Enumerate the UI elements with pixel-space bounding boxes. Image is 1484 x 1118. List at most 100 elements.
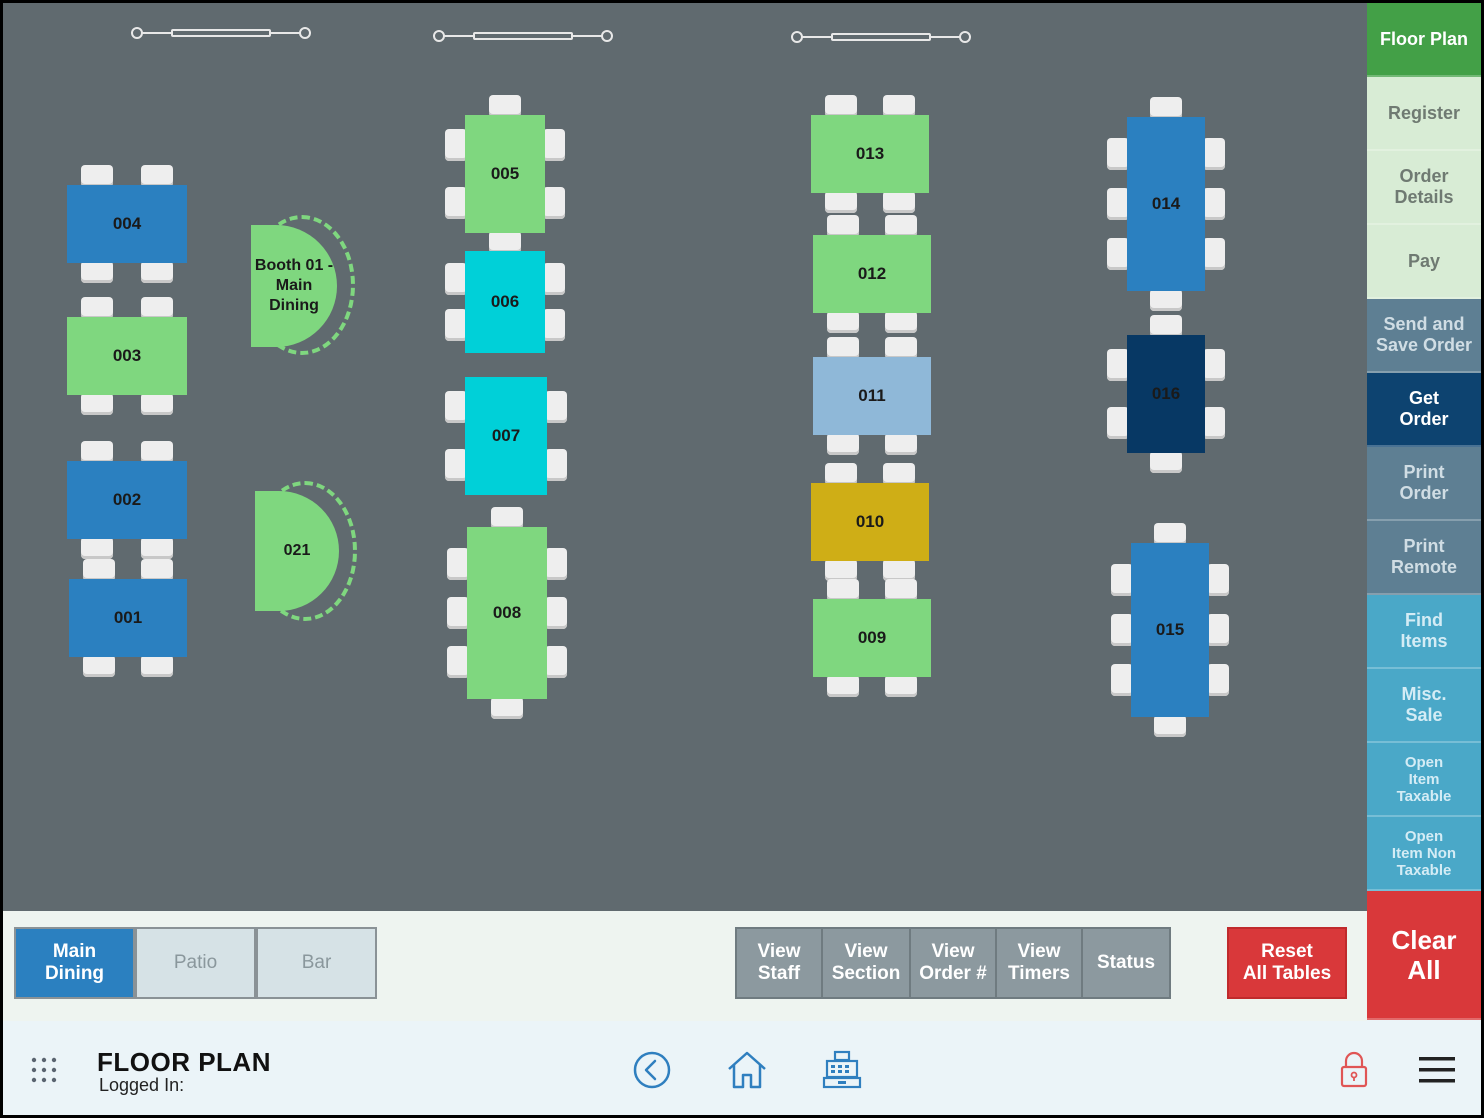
status-button[interactable]: Status (1081, 927, 1171, 999)
menu-icon[interactable] (1419, 1055, 1455, 1085)
view-order-number-button[interactable]: View Order # (909, 927, 997, 999)
table-label: 006 (490, 292, 520, 311)
sidebar-item-register[interactable]: Register (1367, 77, 1481, 151)
chair (825, 191, 858, 213)
chair (1111, 563, 1133, 596)
view-button-label: View Section (831, 941, 901, 984)
action-sidebar: Floor Plan Register Order Details Pay Send a… (1367, 3, 1481, 1020)
view-timers-button[interactable]: View Timers (995, 927, 1083, 999)
sidebar-item-label: Find Items (1400, 610, 1448, 651)
chair (491, 507, 523, 529)
sidebar-item-label: Register (1387, 102, 1461, 123)
chair (1203, 188, 1225, 220)
lock-icon[interactable] (1339, 1051, 1369, 1089)
chair (882, 191, 915, 213)
reset-button-label: Reset All Tables (1242, 941, 1332, 984)
chair (827, 675, 860, 697)
sidebar-item-order-details[interactable]: Order Details (1367, 151, 1481, 225)
table-004[interactable]: 004 (67, 185, 187, 263)
apps-grid-icon[interactable] (31, 1057, 57, 1083)
home-icon[interactable] (725, 1049, 769, 1091)
reset-all-tables-button[interactable]: Reset All Tables (1227, 927, 1347, 999)
sidebar-item-send-and-save-order[interactable]: Send and Save Order (1367, 299, 1481, 373)
view-button-label: View Timers (1008, 941, 1070, 984)
chair (140, 537, 173, 559)
table-003[interactable]: 003 (67, 317, 187, 395)
chair (1203, 137, 1225, 170)
view-staff-button[interactable]: View Staff (735, 927, 823, 999)
sidebar-item-clear-all[interactable]: Clear All (1367, 891, 1481, 1020)
chair (491, 697, 523, 719)
table-016[interactable]: 016 (1127, 335, 1205, 453)
chair (1107, 349, 1129, 382)
chair (1154, 523, 1186, 545)
sidebar-item-label: Pay (1407, 250, 1441, 271)
chair (445, 263, 467, 296)
table-label: 011 (858, 386, 886, 405)
table-013[interactable]: 013 (811, 115, 929, 193)
table-002[interactable]: 002 (67, 461, 187, 539)
chair (140, 655, 173, 677)
table-label: 013 (855, 144, 885, 163)
chair (827, 311, 860, 333)
zone-tab-patio[interactable]: Patio (135, 927, 256, 999)
sidebar-item-label: Clear All (1391, 924, 1457, 985)
table-006[interactable]: 006 (465, 251, 545, 353)
chair (543, 186, 565, 219)
sidebar-item-open-item-non-taxable[interactable]: Open Item Non Taxable (1367, 817, 1481, 891)
zone-tab-bar[interactable]: Bar (256, 927, 377, 999)
chair (1207, 614, 1229, 646)
chair (884, 579, 917, 601)
chair (827, 215, 860, 237)
chair (884, 215, 917, 237)
sidebar-item-floor-plan[interactable]: Floor Plan (1367, 3, 1481, 77)
table-label: 015 (1155, 620, 1185, 639)
table-label: 001 (113, 608, 143, 627)
chair (1150, 97, 1182, 119)
cash-register-icon[interactable] (821, 1049, 865, 1091)
chair (884, 433, 917, 455)
sidebar-item-label: Get Order (1399, 388, 1449, 429)
sidebar-item-pay[interactable]: Pay (1367, 225, 1481, 299)
sidebar-item-open-item-taxable[interactable]: Open Item Taxable (1367, 743, 1481, 817)
table-010[interactable]: 010 (811, 483, 929, 561)
table-label: 010 (855, 512, 885, 531)
sidebar-item-print-remote[interactable]: Print Remote (1367, 521, 1481, 595)
chair (1107, 406, 1129, 439)
table-001[interactable]: 001 (69, 579, 187, 657)
chair (445, 448, 467, 481)
chair (1111, 614, 1133, 646)
page-title: FLOOR PLAN (97, 1047, 271, 1077)
booth-021-label: 021 (283, 542, 311, 559)
table-008[interactable]: 008 (467, 527, 547, 699)
chair (1111, 664, 1133, 697)
sidebar-item-get-order[interactable]: Get Order (1367, 373, 1481, 447)
table-label: 004 (112, 214, 142, 233)
back-icon[interactable] (633, 1051, 671, 1089)
table-011[interactable]: 011 (813, 357, 931, 435)
chair (543, 129, 565, 162)
chair (83, 559, 116, 581)
floor-plan-canvas: Booth 01 - Main Dining 021 004 003 002 001 0… (3, 3, 1367, 911)
sidebar-item-print-order[interactable]: Print Order (1367, 447, 1481, 521)
chair (884, 337, 917, 359)
table-009[interactable]: 009 (813, 599, 931, 677)
sidebar-item-find-items[interactable]: Find Items (1367, 595, 1481, 669)
chair (545, 448, 567, 481)
chair (1203, 349, 1225, 382)
zone-tab-main-dining[interactable]: Main Dining (14, 927, 135, 999)
chair (1150, 315, 1182, 337)
table-014[interactable]: 014 (1127, 117, 1205, 291)
table-005[interactable]: 005 (465, 115, 545, 233)
table-label: 012 (857, 264, 887, 283)
view-section-button[interactable]: View Section (821, 927, 911, 999)
chair (825, 95, 858, 117)
chair (882, 463, 915, 485)
booth-01-label: Booth 01 - Main Dining (254, 257, 334, 314)
table-012[interactable]: 012 (813, 235, 931, 313)
chair (545, 597, 567, 629)
chair (447, 547, 469, 580)
table-015[interactable]: 015 (1131, 543, 1209, 717)
table-007[interactable]: 007 (465, 377, 547, 495)
sidebar-item-misc-sale[interactable]: Misc. Sale (1367, 669, 1481, 743)
